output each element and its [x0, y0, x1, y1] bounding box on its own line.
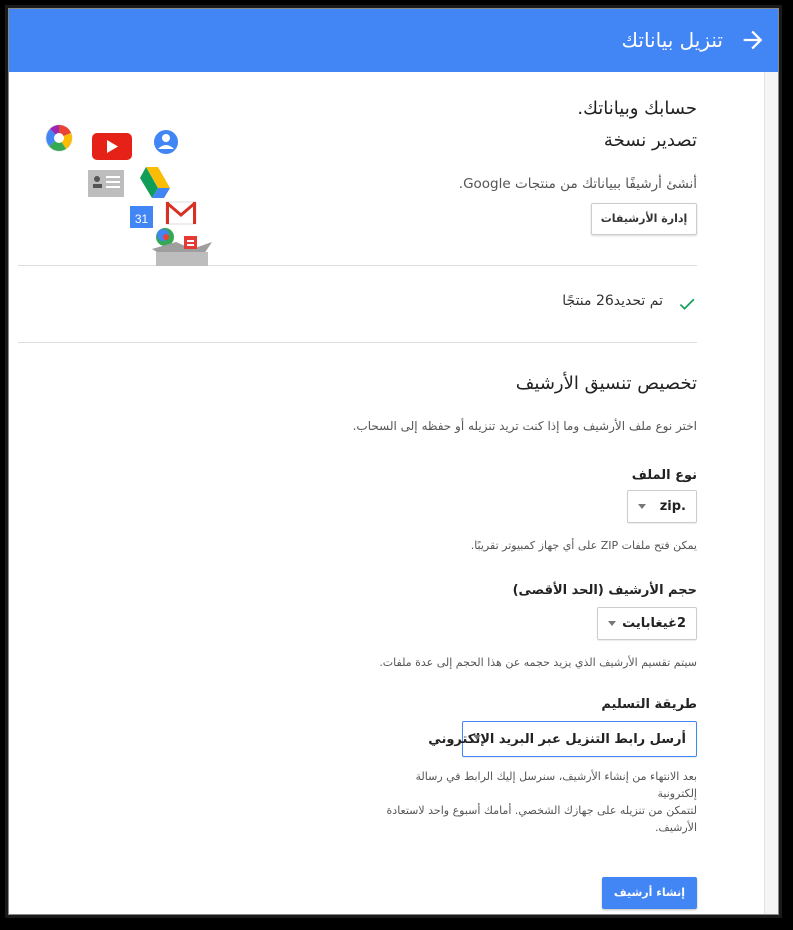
file-type-select[interactable]: .zip: [627, 490, 697, 523]
chevron-down-icon: [608, 621, 616, 626]
format-description: اختر نوع ملف الأرشيف وما إذا كنت تريد تن…: [352, 419, 697, 433]
file-type-label: نوع الملف: [631, 468, 697, 483]
delivery-note-line: الأرشيف.: [654, 821, 697, 834]
account-heading: حسابك وبياناتك.: [577, 98, 697, 119]
archive-size-label: حجم الأرشيف (الحد الأقصى): [512, 583, 697, 598]
hangouts-icon: [156, 228, 174, 246]
account-description: أنشئ أرشيفًا ببياناتك من منتجات Google.: [458, 176, 697, 192]
products-illustration: 31: [45, 124, 212, 266]
manage-archives-button[interactable]: إدارة الأرشيفات: [591, 203, 697, 235]
archive-size-select[interactable]: 2غيغابايت: [597, 607, 697, 640]
selection-section: تم تحديد26 منتجًا: [18, 266, 697, 343]
format-section: تخصيص تنسيق الأرشيف اختر نوع ملف الأرشيف…: [18, 343, 697, 915]
contacts-icon: [88, 170, 124, 197]
format-title: تخصيص تنسيق الأرشيف: [515, 373, 697, 394]
picasa-icon: [45, 124, 73, 152]
archive-size-note: سيتم تقسيم الأرشيف الذي يزيد حجمه عن هذا…: [379, 656, 697, 669]
scrollbar[interactable]: [764, 72, 779, 915]
create-archive-button[interactable]: إنشاء أرشيف: [602, 877, 697, 909]
delivery-note-line: بعد الانتهاء من إنشاء الأرشيف، سنرسل إلي…: [415, 770, 698, 800]
export-subheading: تصدير نسخة: [603, 130, 697, 151]
youtube-icon: [92, 133, 132, 160]
main-content: حسابك وبياناتك. تصدير نسخة أنشئ أرشيفًا …: [18, 72, 697, 915]
archive-size-value: 2غيغابايت: [622, 616, 686, 631]
delivery-select[interactable]: أرسل رابط التنزيل عبر البريد الإلكتروني: [428, 721, 697, 757]
calendar-icon: 31: [130, 206, 153, 228]
products-selected-text: تم تحديد26 منتجًا: [562, 293, 663, 309]
window-frame: تنزيل بياناتك حسابك وبياناتك. تصدير نسخة…: [5, 5, 782, 918]
delivery-value: أرسل رابط التنزيل عبر البريد الإلكتروني: [428, 732, 686, 747]
gmail-icon: [165, 201, 197, 225]
delivery-note: بعد الانتهاء من إنشاء الأرشيف، سنرسل إلي…: [377, 768, 697, 836]
delivery-label: طريقة التسليم: [601, 697, 697, 712]
page-title: تنزيل بياناتك: [621, 28, 723, 52]
file-type-value: .zip: [659, 499, 686, 514]
delivery-note-line: لتتمكن من تنزيله على جهازك الشخصي. أمامك…: [386, 804, 697, 817]
checkmark-icon: [679, 298, 695, 310]
arrow-right-icon[interactable]: [739, 26, 767, 54]
app-header: تنزيل بياناتك: [8, 8, 779, 72]
chevron-down-icon: [473, 735, 481, 740]
drive-icon: [140, 167, 170, 198]
account-section: حسابك وبياناتك. تصدير نسخة أنشئ أرشيفًا …: [18, 72, 697, 266]
profile-icon: [154, 130, 178, 154]
calendar-day: 31: [135, 212, 149, 226]
file-type-note: يمكن فتح ملفات ZIP على أي جهاز كمبيوتر ت…: [470, 539, 697, 552]
chevron-down-icon: [638, 504, 646, 509]
